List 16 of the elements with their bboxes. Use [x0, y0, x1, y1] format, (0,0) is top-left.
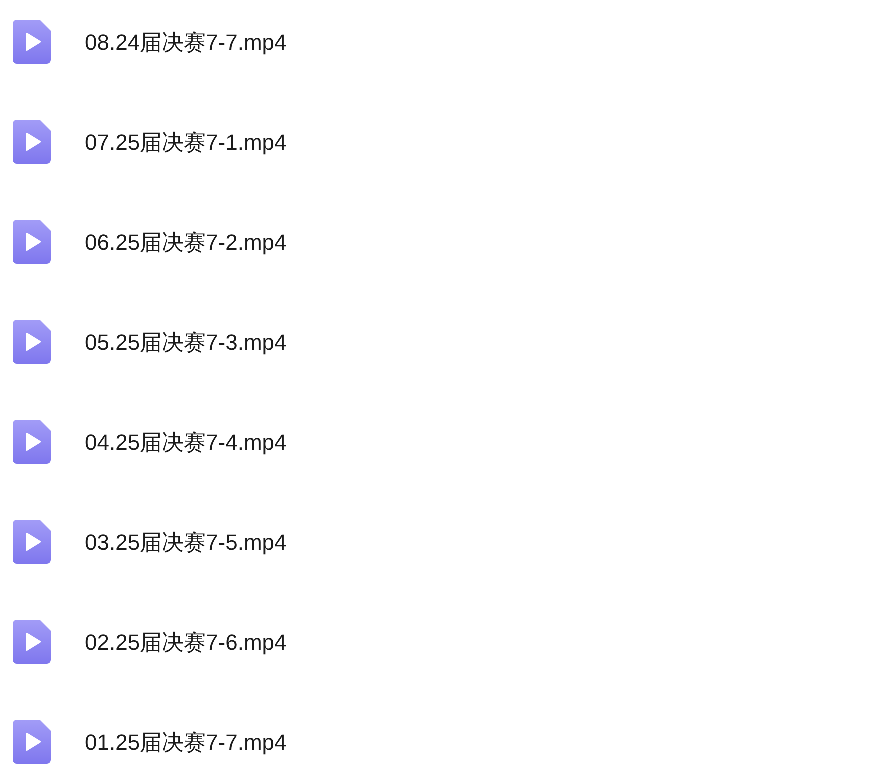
file-name[interactable]: 07.25届决赛7-1.mp4	[85, 126, 287, 158]
file-name[interactable]: 02.25届决赛7-6.mp4	[85, 626, 287, 658]
video-file-icon	[13, 620, 51, 664]
file-name[interactable]: 05.25届决赛7-3.mp4	[85, 326, 287, 358]
video-file-icon	[13, 520, 51, 564]
video-file-icon	[13, 220, 51, 264]
file-name[interactable]: 04.25届决赛7-4.mp4	[85, 426, 287, 458]
file-name[interactable]: 03.25届决赛7-5.mp4	[85, 526, 287, 558]
video-file-icon	[13, 120, 51, 164]
video-file-icon	[13, 420, 51, 464]
video-file-icon	[13, 20, 51, 64]
file-name[interactable]: 06.25届决赛7-2.mp4	[85, 226, 287, 258]
file-name[interactable]: 08.24届决赛7-7.mp4	[85, 26, 287, 58]
file-name[interactable]: 01.25届决赛7-7.mp4	[85, 726, 287, 758]
video-file-icon	[13, 320, 51, 364]
video-file-icon	[13, 720, 51, 764]
